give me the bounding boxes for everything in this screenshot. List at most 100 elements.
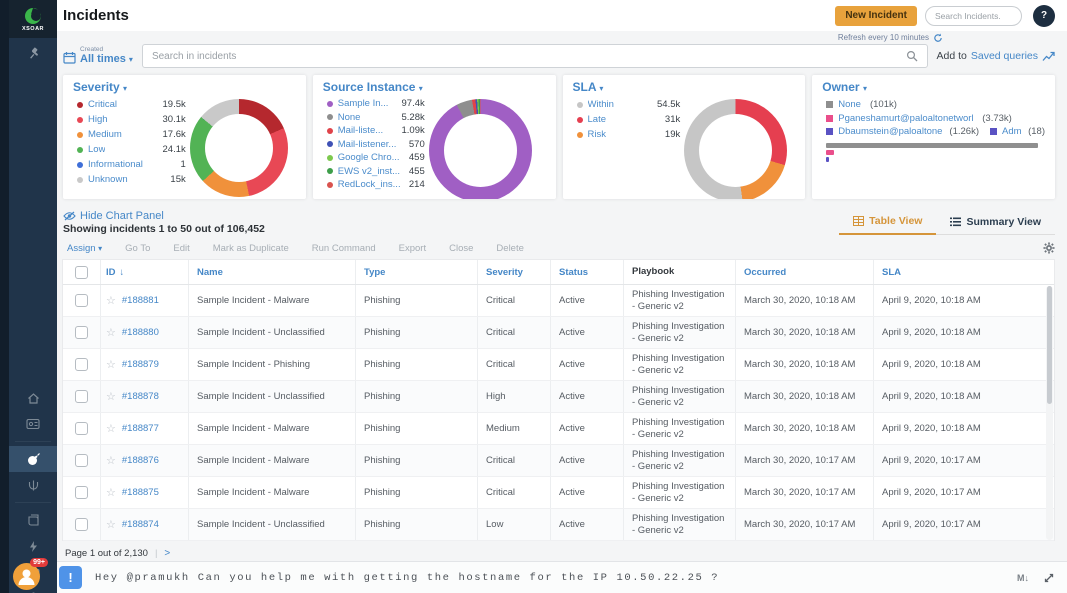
legend-item[interactable]: None5.28k: [327, 111, 425, 125]
column-header-status[interactable]: Status: [551, 260, 624, 284]
xsoar-logo[interactable]: XSOAR: [9, 0, 57, 38]
sidebar-item-automation[interactable]: [9, 533, 57, 559]
incident-search-input[interactable]: [152, 51, 906, 62]
legend-item[interactable]: Pganeshamurt@paloaltonetworks.c...(3.73k…: [826, 112, 1045, 126]
table-settings-gear-icon[interactable]: [1043, 242, 1055, 254]
row-checkbox[interactable]: [75, 390, 88, 403]
legend-item[interactable]: Late31k: [577, 112, 681, 127]
incident-id-link[interactable]: #188881: [122, 295, 159, 306]
legend-item[interactable]: Unknown15k: [77, 172, 186, 187]
select-all-checkbox[interactable]: [75, 266, 88, 279]
row-checkbox[interactable]: [75, 422, 88, 435]
user-avatar[interactable]: 99+: [13, 563, 40, 590]
tab-summary-view[interactable]: Summary View: [936, 211, 1055, 234]
column-header-type[interactable]: Type: [356, 260, 478, 284]
incident-search-box[interactable]: [142, 44, 928, 68]
sidebar-item-war-room[interactable]: [9, 472, 57, 498]
column-header-name[interactable]: Name: [189, 260, 356, 284]
sidebar-item-incidents[interactable]: [9, 446, 57, 472]
incident-id-link[interactable]: #188879: [122, 359, 159, 370]
incident-id-link[interactable]: #188874: [122, 519, 159, 530]
source-instance-chart-title[interactable]: Source Instance ▾: [323, 80, 546, 94]
table-scrollbar[interactable]: [1046, 286, 1053, 540]
table-row[interactable]: ☆#188879 Sample Incident - Phishing Phis…: [63, 349, 1054, 381]
expand-icon[interactable]: [1043, 572, 1055, 584]
row-checkbox[interactable]: [75, 326, 88, 339]
severity-donut-chart[interactable]: [190, 99, 288, 197]
legend-item[interactable]: Low24.1k: [77, 142, 186, 157]
action-mark-as-duplicate[interactable]: Mark as Duplicate: [213, 243, 289, 254]
column-header-sla[interactable]: SLA: [874, 260, 1054, 284]
action-run-command[interactable]: Run Command: [312, 243, 376, 254]
chat-message[interactable]: Hey @pramukh Can you help me with gettin…: [95, 572, 1004, 584]
legend-item[interactable]: Critical19.5k: [77, 97, 186, 112]
star-icon[interactable]: ☆: [106, 390, 116, 403]
sidebar-item-dashboard[interactable]: [9, 411, 57, 437]
star-icon[interactable]: ☆: [106, 294, 116, 307]
table-row[interactable]: ☆#188878 Sample Incident - Unclassified …: [63, 381, 1054, 413]
star-icon[interactable]: ☆: [106, 518, 116, 531]
incident-id-link[interactable]: #188876: [122, 455, 159, 466]
legend-item[interactable]: Within54.5k: [577, 97, 681, 112]
sla-chart-title[interactable]: SLA ▾: [573, 80, 796, 94]
incident-id-link[interactable]: #188877: [122, 423, 159, 434]
star-icon[interactable]: ☆: [106, 358, 116, 371]
legend-item[interactable]: High30.1k: [77, 112, 186, 127]
next-page-button[interactable]: >: [164, 548, 170, 559]
sidebar-item-pin[interactable]: [9, 40, 57, 66]
column-header-playbook[interactable]: Playbook: [624, 260, 736, 284]
scrollbar-thumb[interactable]: [1047, 286, 1052, 404]
star-icon[interactable]: ☆: [106, 486, 116, 499]
source-instance-donut-chart[interactable]: [429, 99, 532, 199]
legend-item[interactable]: Google Chro...459: [327, 151, 425, 165]
legend-item[interactable]: Informational1: [77, 157, 186, 172]
sidebar-item-playbooks[interactable]: [9, 507, 57, 533]
action-go-to[interactable]: Go To: [125, 243, 150, 254]
action-edit[interactable]: Edit: [173, 243, 189, 254]
row-checkbox[interactable]: [75, 454, 88, 467]
created-time-filter[interactable]: Created All times ▾: [63, 47, 133, 65]
action-assign[interactable]: Assign ▾: [67, 243, 102, 254]
action-close[interactable]: Close: [449, 243, 473, 254]
owner-bar-chart[interactable]: [822, 143, 1045, 162]
table-row[interactable]: ☆#188876 Sample Incident - Malware Phish…: [63, 445, 1054, 477]
column-header-id[interactable]: ID↓: [101, 260, 189, 284]
tab-table-view[interactable]: Table View: [839, 211, 936, 235]
action-export[interactable]: Export: [399, 243, 426, 254]
legend-item[interactable]: Sample In...97.4k: [327, 97, 425, 111]
column-header-severity[interactable]: Severity: [478, 260, 551, 284]
severity-chart-title[interactable]: Severity ▾: [73, 80, 296, 94]
sla-donut-chart[interactable]: [684, 99, 787, 199]
star-icon[interactable]: ☆: [106, 454, 116, 467]
row-checkbox[interactable]: [75, 294, 88, 307]
legend-item[interactable]: Risk19k: [577, 127, 681, 142]
legend-item[interactable]: Mail-listener...570: [327, 138, 425, 152]
legend-item[interactable]: RedLock_ins...214: [327, 178, 425, 192]
table-row[interactable]: ☆#188881 Sample Incident - Malware Phish…: [63, 285, 1054, 317]
row-checkbox[interactable]: [75, 486, 88, 499]
table-row[interactable]: ☆#188875 Sample Incident - Malware Phish…: [63, 477, 1054, 509]
incident-id-link[interactable]: #188880: [122, 327, 159, 338]
table-row[interactable]: ☆#188880 Sample Incident - Unclassified …: [63, 317, 1054, 349]
saved-queries-chart-icon[interactable]: [1042, 51, 1055, 62]
chat-alert-icon[interactable]: !: [59, 566, 82, 589]
legend-item[interactable]: None(101k): [826, 98, 1045, 112]
markdown-icon[interactable]: M↓: [1017, 573, 1029, 583]
row-checkbox[interactable]: [75, 518, 88, 531]
incident-id-link[interactable]: #188875: [122, 487, 159, 498]
incident-id-link[interactable]: #188878: [122, 391, 159, 402]
saved-queries-link[interactable]: Saved queries: [971, 50, 1038, 62]
legend-item[interactable]: Mail-liste...1.09k: [327, 124, 425, 138]
column-header-occurred[interactable]: Occurred: [736, 260, 874, 284]
owner-chart-title[interactable]: Owner ▾: [822, 80, 1045, 94]
star-icon[interactable]: ☆: [106, 422, 116, 435]
table-row[interactable]: ☆#188874 Sample Incident - Unclassified …: [63, 509, 1054, 541]
star-icon[interactable]: ☆: [106, 326, 116, 339]
action-delete[interactable]: Delete: [496, 243, 523, 254]
row-checkbox[interactable]: [75, 358, 88, 371]
hide-chart-panel-link[interactable]: Hide Chart Panel: [63, 210, 839, 222]
new-incident-button[interactable]: New Incident: [835, 6, 917, 26]
legend-item[interactable]: EWS v2_inst...455: [327, 165, 425, 179]
table-row[interactable]: ☆#188877 Sample Incident - Malware Phish…: [63, 413, 1054, 445]
global-search-input[interactable]: [925, 6, 1022, 26]
